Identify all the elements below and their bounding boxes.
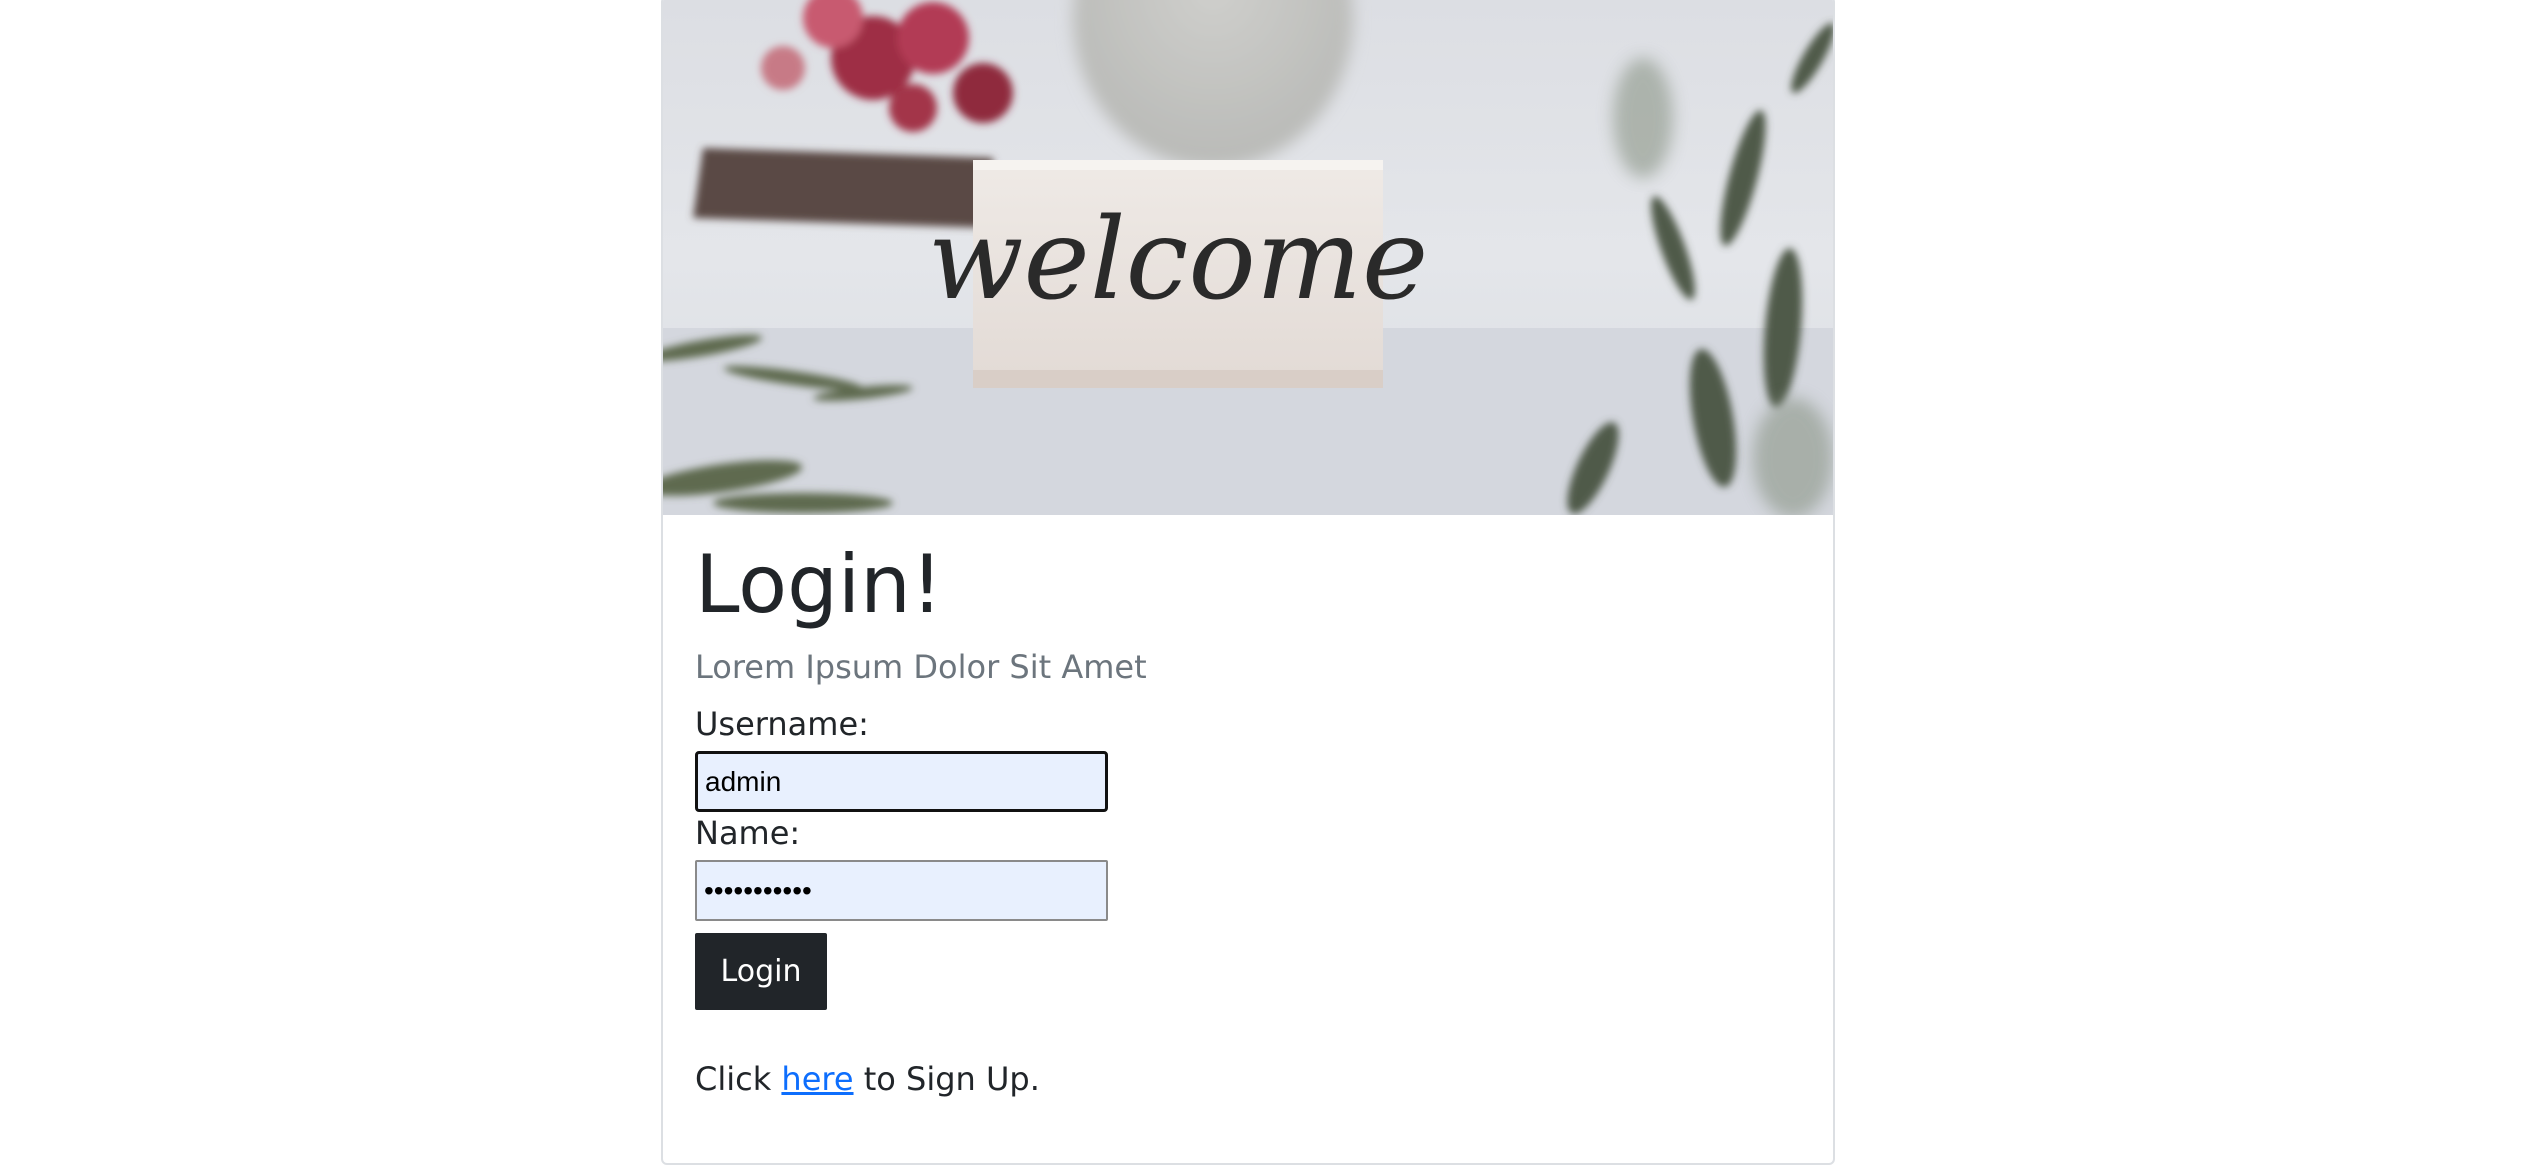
login-card: welcome Login! Lorem Ipsum Dolor Sit Ame… (661, 0, 1835, 1165)
signup-text: Click here to Sign Up. (695, 1060, 1040, 1098)
page-subtitle: Lorem Ipsum Dolor Sit Amet (695, 648, 1147, 686)
signup-prefix: Click (695, 1060, 772, 1098)
signup-suffix: to Sign Up. (863, 1060, 1040, 1098)
welcome-hero-image: welcome (663, 0, 1833, 515)
welcome-sign-text: welcome (928, 195, 1429, 325)
name-label: Name: (695, 814, 801, 852)
username-label: Username: (695, 705, 869, 743)
name-input[interactable] (695, 860, 1108, 921)
login-button[interactable]: Login (695, 933, 827, 1010)
signup-link[interactable]: here (781, 1060, 853, 1098)
page-title: Login! (695, 538, 943, 631)
username-input[interactable] (695, 751, 1108, 812)
